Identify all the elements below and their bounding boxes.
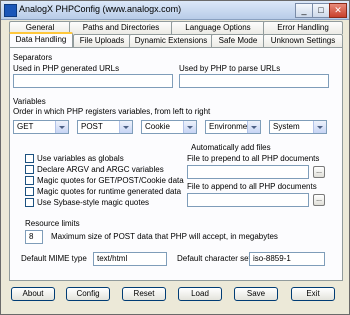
variable-order-4-select[interactable]: Environment [205, 120, 261, 134]
minimize-button[interactable]: _ [295, 3, 313, 18]
mime-type-input[interactable]: text/html [93, 252, 167, 266]
parse-urls-separator-input[interactable] [179, 74, 329, 88]
generated-urls-separator-input[interactable] [13, 74, 173, 88]
app-icon [4, 4, 17, 17]
magic-quotes-runtime-checkbox[interactable] [25, 187, 34, 196]
title-bar: AnalogX PHPConfig (www.analogx.com) _ □ … [1, 1, 349, 20]
resource-limits-heading: Resource limits [25, 219, 80, 228]
variables-order-label: Order in which PHP registers variables, … [13, 107, 211, 116]
declare-argv-label: Declare ARGV and ARGC variables [37, 165, 164, 174]
use-globals-label: Use variables as globals [37, 154, 124, 163]
magic-quotes-gpc-label: Magic quotes for GET/POST/Cookie data [37, 176, 184, 185]
variable-order-2-select[interactable]: POST [77, 120, 133, 134]
generated-urls-label: Used in PHP generated URLs [13, 64, 120, 73]
reset-button[interactable]: Reset [122, 287, 166, 301]
sybase-quotes-label: Use Sybase-style magic quotes [37, 198, 150, 207]
chevron-down-icon [55, 121, 68, 133]
charset-input[interactable]: iso-8859-1 [249, 252, 325, 266]
append-file-input[interactable] [187, 193, 309, 207]
variable-order-1-select[interactable]: GET [13, 120, 69, 134]
post-max-size-label: Maximum size of POST data that PHP will … [51, 232, 278, 241]
post-max-size-input[interactable]: 8 [25, 230, 43, 244]
tab-data-handling[interactable]: Data Handling [9, 32, 73, 48]
append-browse-button[interactable]: ... [313, 194, 325, 206]
chevron-down-icon [183, 121, 196, 133]
chevron-down-icon [247, 121, 260, 133]
tab-safe-mode[interactable]: Safe Mode [211, 34, 265, 47]
variable-order-3-value: Cookie [145, 122, 170, 131]
prepend-file-label: File to prepend to all PHP documents [187, 154, 320, 163]
sybase-quotes-checkbox[interactable] [25, 198, 34, 207]
chevron-down-icon [119, 121, 132, 133]
tab-file-uploads[interactable]: File Uploads [73, 34, 131, 47]
variable-order-2-value: POST [81, 122, 103, 131]
close-button[interactable]: ✕ [329, 3, 347, 18]
mime-type-label: Default MIME type [21, 254, 87, 263]
tab-unknown-settings[interactable]: Unknown Settings [263, 34, 343, 47]
variable-order-3-select[interactable]: Cookie [141, 120, 197, 134]
exit-button[interactable]: Exit [291, 287, 335, 301]
variables-heading: Variables [13, 97, 46, 106]
parse-urls-label: Used by PHP to parse URLs [179, 64, 281, 73]
main-window: AnalogX PHPConfig (www.analogx.com) _ □ … [0, 0, 350, 315]
tab-error-handling[interactable]: Error Handling [263, 21, 343, 34]
save-button[interactable]: Save [234, 287, 278, 301]
use-globals-checkbox[interactable] [25, 154, 34, 163]
auto-files-heading: Automatically add files [191, 143, 271, 152]
charset-label: Default character set [177, 254, 251, 263]
config-button[interactable]: Config [66, 287, 110, 301]
prepend-file-input[interactable] [187, 165, 309, 179]
tab-dynamic-extensions[interactable]: Dynamic Extensions [129, 34, 213, 47]
variable-order-1-value: GET [17, 122, 34, 131]
tab-paths-and-directories[interactable]: Paths and Directories [69, 21, 173, 34]
magic-quotes-runtime-label: Magic quotes for runtime generated data [37, 187, 182, 196]
about-button[interactable]: About [11, 287, 55, 301]
maximize-button[interactable]: □ [312, 3, 330, 18]
magic-quotes-gpc-checkbox[interactable] [25, 176, 34, 185]
append-file-label: File to append to all PHP documents [187, 182, 317, 191]
tab-language-options[interactable]: Language Options [171, 21, 265, 34]
chevron-down-icon [313, 121, 326, 133]
variable-order-5-select[interactable]: System [269, 120, 327, 134]
variable-order-5-value: System [273, 122, 300, 131]
window-title: AnalogX PHPConfig (www.analogx.com) [19, 4, 182, 14]
declare-argv-checkbox[interactable] [25, 165, 34, 174]
separators-heading: Separators [13, 53, 53, 62]
prepend-browse-button[interactable]: ... [313, 166, 325, 178]
load-button[interactable]: Load [178, 287, 222, 301]
